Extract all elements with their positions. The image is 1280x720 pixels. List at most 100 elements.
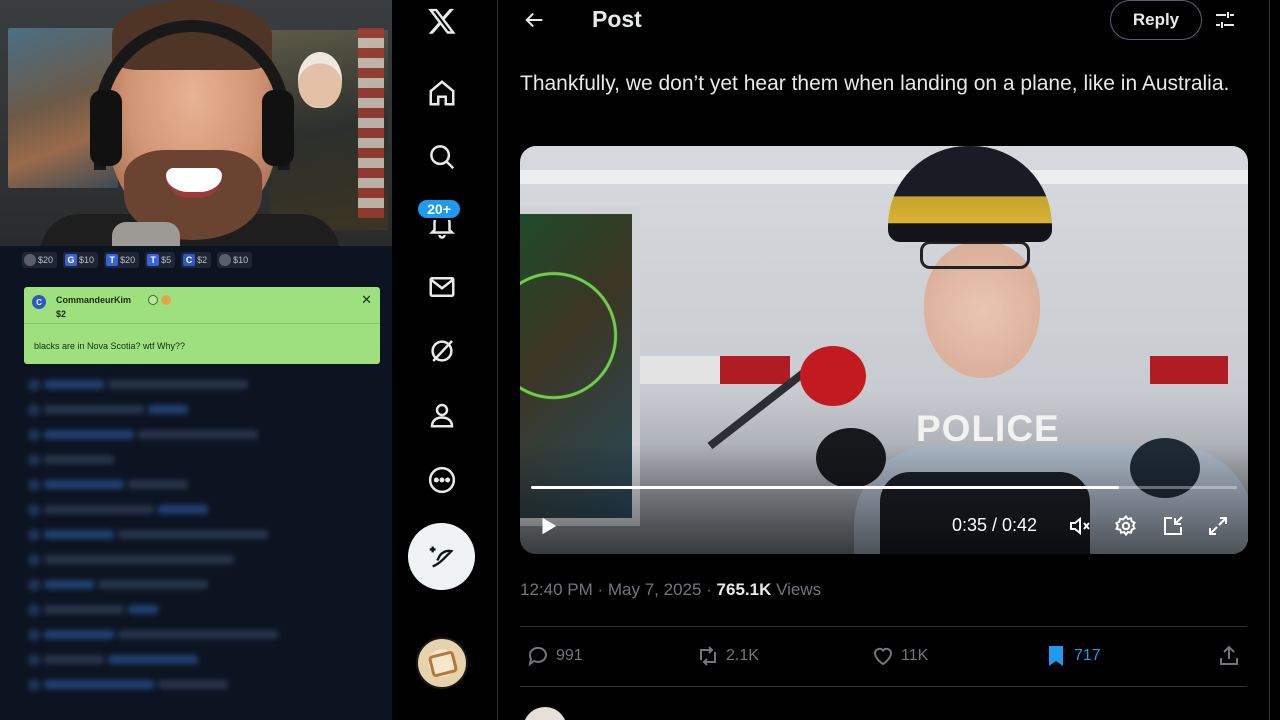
repost-count: 2.1K: [726, 647, 759, 664]
volume-icon: [1070, 516, 1090, 536]
blurred-chat: [22, 368, 382, 720]
tip-item: T $5: [145, 252, 176, 268]
search-icon[interactable]: [417, 132, 467, 182]
tip-amount: $10: [233, 255, 249, 265]
tip-badge: T: [147, 254, 160, 266]
headset-earcup-right: [262, 90, 294, 166]
like-action[interactable]: 11K: [871, 642, 928, 670]
chat-line: [22, 426, 382, 443]
video-time-display: 0:35 / 0:42: [952, 515, 1038, 535]
x-logo-icon[interactable]: [417, 0, 467, 46]
messages-icon[interactable]: [417, 262, 467, 312]
reply-composer-avatar[interactable]: [523, 707, 567, 720]
repost-action[interactable]: 2.1K: [696, 642, 759, 670]
tip-item: $10: [217, 252, 253, 268]
webcam-feed: [0, 0, 392, 246]
tip-amount: $5: [161, 255, 172, 265]
tip-amount: $2: [197, 255, 208, 265]
video-progress-fill: [531, 486, 1120, 489]
bookmark-action[interactable]: 717: [1044, 642, 1101, 670]
tip-item: G $10: [63, 252, 99, 268]
gear-icon: [1115, 515, 1136, 537]
notifications-badge: 20+: [416, 198, 462, 220]
video-microphone: [800, 346, 866, 406]
pinned-donation-message: C CommandeurKim $2 ✕ blacks are in Nova …: [24, 287, 380, 364]
volume-button[interactable]: [1064, 510, 1096, 542]
play-icon: [542, 517, 557, 535]
divider: [24, 323, 380, 324]
compose-post-button[interactable]: [408, 523, 475, 590]
play-button[interactable]: [532, 510, 564, 542]
video-officer-glasses: [920, 241, 1030, 269]
video-settings-button[interactable]: [1110, 510, 1142, 542]
sliders-icon: [1216, 12, 1234, 28]
x-sidebar-nav: 20+: [392, 0, 498, 720]
reply-action[interactable]: 991: [526, 642, 583, 670]
back-arrow-icon: [525, 12, 543, 28]
donation-message: blacks are in Nova Scotia? wtf Why??: [34, 341, 186, 351]
picture-in-picture-button[interactable]: [1157, 510, 1189, 542]
picture-in-picture-icon: [1164, 516, 1183, 535]
tip-item: T $20: [104, 252, 140, 268]
divider: [520, 686, 1247, 687]
donor-username: CommandeurKim: [56, 295, 132, 305]
more-icon[interactable]: [417, 455, 467, 505]
like-count: 11K: [901, 647, 929, 664]
headset-earcup-left: [90, 90, 122, 166]
video-wall: [520, 170, 1248, 184]
chat-line: [22, 376, 382, 393]
tip-amount: $20: [120, 255, 136, 265]
badge-icon: [148, 295, 158, 305]
video-progress-bar[interactable]: [531, 486, 1237, 489]
tip-amount: $10: [79, 255, 95, 265]
post-detail: Post Reply Thankfully, we don’t yet hear…: [499, 0, 1270, 720]
back-button[interactable]: [519, 4, 551, 36]
chat-line: [22, 451, 382, 468]
repost-icon: [700, 646, 716, 666]
views-label: Views: [771, 580, 822, 599]
post-header: Post Reply: [499, 0, 1269, 40]
heart-icon: [873, 647, 893, 666]
grok-icon[interactable]: [417, 326, 467, 376]
tip-badge: C: [183, 254, 196, 266]
post-meta: 12:40 PM · May 7, 2025 · 765.1K Views: [520, 580, 821, 600]
microphone: [112, 222, 180, 246]
reply-count: 991: [556, 647, 583, 664]
avatar-doodle: [427, 650, 459, 678]
post-timestamp[interactable]: 12:40 PM · May 7, 2025 ·: [520, 580, 717, 599]
account-avatar[interactable]: [416, 637, 468, 689]
profile-icon[interactable]: [417, 390, 467, 440]
fullscreen-button[interactable]: [1202, 510, 1234, 542]
tip-badge: [219, 254, 232, 266]
share-icon: [1220, 645, 1238, 665]
video-player[interactable]: POLICE 0:35 / 0:42: [520, 146, 1248, 554]
page-title: Post: [592, 6, 642, 32]
chat-line: [22, 526, 382, 543]
chat-line: [22, 651, 382, 668]
tip-bar: $20 G $10 T $20 T $5 C $2 $10: [22, 250, 382, 270]
chat-line: [22, 551, 382, 568]
flag: [358, 28, 384, 218]
views-count: 765.1K: [716, 580, 772, 599]
bookmark-count: 717: [1074, 647, 1101, 664]
reply-button[interactable]: Reply: [1110, 0, 1202, 40]
tip-badge: [24, 254, 36, 266]
painting-figure: [298, 52, 342, 108]
tip-item: C $2: [181, 252, 212, 268]
donor-badges: [148, 295, 171, 305]
share-action[interactable]: [1217, 642, 1241, 670]
chat-line: [22, 676, 382, 693]
stream-overlay: $20 G $10 T $20 T $5 C $2 $10 C Commande…: [0, 0, 392, 720]
compose-post-icon: [429, 546, 454, 567]
post-text: Thankfully, we don’t yet hear them when …: [520, 72, 1230, 95]
settings-button[interactable]: [1209, 5, 1241, 35]
chat-line: [22, 401, 382, 418]
chat-line: [22, 601, 382, 618]
chat-line: [22, 576, 382, 593]
tip-badge: T: [106, 254, 119, 266]
close-icon[interactable]: ✕: [361, 292, 372, 308]
donation-amount: $2: [56, 309, 67, 319]
chat-line: [22, 626, 382, 643]
home-icon[interactable]: [417, 68, 467, 118]
comment-icon: [528, 646, 547, 667]
